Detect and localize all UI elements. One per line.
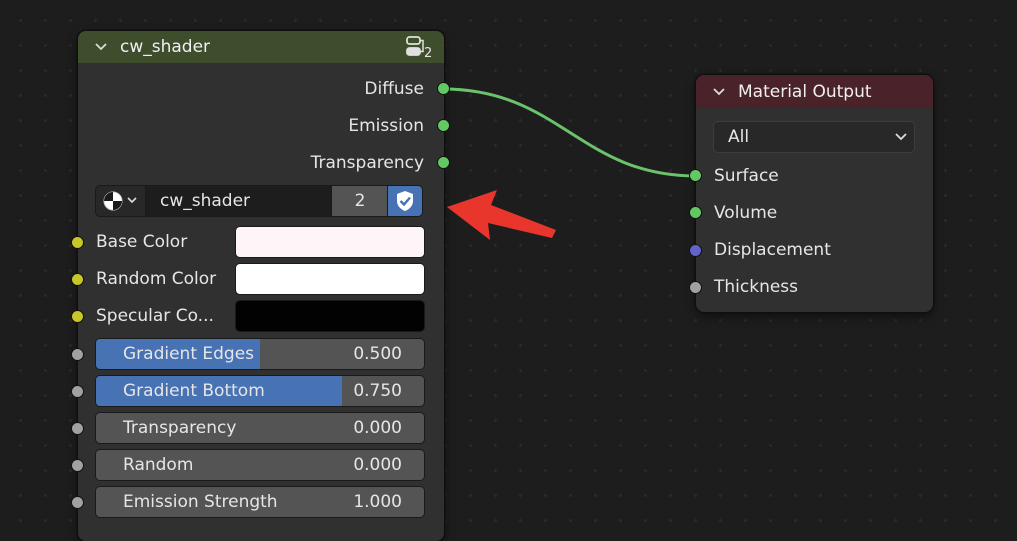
node-group-datablock-selector: cw_shader 2	[96, 186, 424, 218]
slider-value: 0.000	[353, 455, 402, 475]
group-node-title: cw_shader	[120, 37, 211, 57]
material-sphere-icon	[103, 191, 137, 211]
annotation-arrow	[447, 190, 556, 240]
node-tree-icon[interactable]: 2	[404, 35, 436, 63]
socket-input-surface[interactable]	[690, 170, 701, 181]
group-node-header[interactable]: cw_shader 2	[78, 31, 444, 63]
output-emission-label: Emission	[348, 116, 424, 136]
slider-gradient-edges[interactable]: Gradient Edges 0.500	[96, 339, 424, 369]
socket-input-gradient-edges[interactable]	[72, 349, 83, 360]
slider-label: Emission Strength	[123, 492, 278, 512]
shield-check-icon	[397, 191, 413, 211]
input-surface-label: Surface	[714, 166, 779, 186]
specular-color-swatch[interactable]	[236, 301, 424, 331]
datablock-browse-button[interactable]	[96, 186, 146, 216]
target-dropdown-value: All	[728, 127, 750, 147]
input-displacement-label: Displacement	[714, 240, 831, 260]
socket-output-diffuse[interactable]	[438, 83, 449, 94]
node-tree-user-count: 2	[424, 46, 433, 61]
fake-user-toggle[interactable]	[388, 186, 422, 216]
material-output-header[interactable]: Material Output	[696, 75, 933, 108]
slider-value: 1.000	[353, 492, 402, 512]
input-volume-label: Volume	[714, 203, 778, 223]
socket-input-base-color[interactable]	[72, 237, 83, 248]
slider-gradient-bottom[interactable]: Gradient Bottom 0.750	[96, 376, 424, 406]
random-color-swatch[interactable]	[236, 264, 424, 294]
slider-value: 0.750	[353, 381, 402, 401]
output-emission: Emission	[348, 114, 424, 138]
slider-emission-strength[interactable]: Emission Strength 1.000	[96, 487, 424, 517]
material-output-title: Material Output	[738, 81, 872, 102]
socket-input-emission-strength[interactable]	[72, 497, 83, 508]
socket-input-volume[interactable]	[690, 207, 701, 218]
node-link-diffuse-surface[interactable]	[442, 87, 697, 178]
slider-random[interactable]: Random 0.000	[96, 450, 424, 480]
slider-label: Transparency	[123, 418, 237, 438]
input-thickness-label: Thickness	[714, 277, 799, 297]
slider-transparency[interactable]: Transparency 0.000	[96, 413, 424, 443]
socket-input-random[interactable]	[72, 460, 83, 471]
target-dropdown[interactable]: All	[714, 122, 914, 152]
output-diffuse: Diffuse	[364, 77, 424, 101]
input-base-color-label: Base Color	[96, 232, 188, 252]
socket-input-gradient-bottom[interactable]	[72, 386, 83, 397]
socket-input-specular-color[interactable]	[72, 311, 83, 322]
slider-value: 0.500	[353, 344, 402, 364]
base-color-swatch[interactable]	[236, 227, 424, 257]
group-node[interactable]: cw_shader 2 Diffuse Emission Transparenc…	[78, 31, 444, 541]
socket-input-random-color[interactable]	[72, 274, 83, 285]
slider-label: Gradient Bottom	[123, 381, 265, 401]
output-diffuse-label: Diffuse	[364, 79, 424, 99]
slider-value: 0.000	[353, 418, 402, 438]
chevron-down-icon[interactable]	[94, 40, 116, 54]
datablock-user-count[interactable]: 2	[332, 186, 388, 216]
output-transparency-label: Transparency	[310, 153, 424, 173]
socket-input-displacement[interactable]	[690, 245, 701, 256]
socket-output-transparency[interactable]	[438, 157, 449, 168]
slider-label: Gradient Edges	[123, 344, 255, 364]
input-specular-color-label: Specular Co...	[96, 306, 214, 326]
chevron-down-icon[interactable]	[712, 85, 734, 99]
material-output-node[interactable]: Material Output All Surface Volume Displ…	[696, 75, 933, 312]
chevron-down-icon	[895, 133, 907, 141]
socket-input-transparency[interactable]	[72, 423, 83, 434]
socket-output-emission[interactable]	[438, 120, 449, 131]
datablock-name-field[interactable]: cw_shader	[146, 186, 332, 216]
output-transparency: Transparency	[311, 151, 424, 175]
slider-label: Random	[123, 455, 194, 475]
input-random-color-label: Random Color	[96, 269, 217, 289]
socket-input-thickness[interactable]	[690, 282, 701, 293]
